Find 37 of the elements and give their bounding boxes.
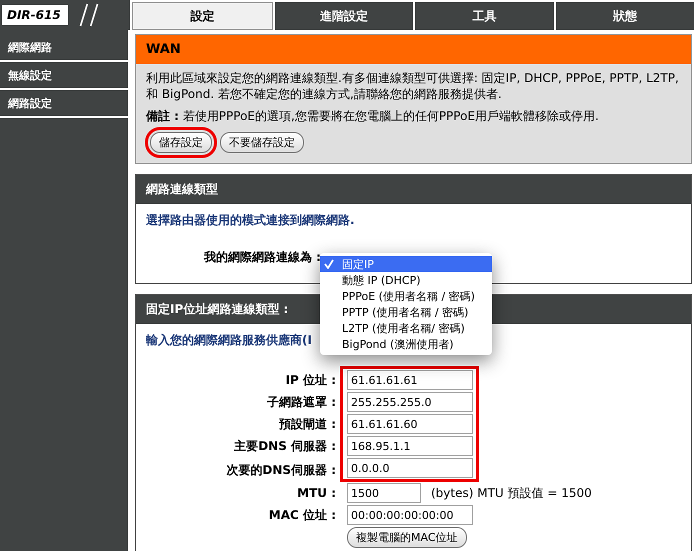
input-field[interactable]: 255.255.255.0 bbox=[347, 392, 473, 412]
dropdown-option[interactable]: 固定IP bbox=[320, 256, 492, 272]
hint-text: (bytes) MTU 預設值 = 1500 bbox=[431, 484, 592, 502]
field-label: 我的網際網路連線為 : bbox=[204, 249, 321, 266]
field-label: 預設閘道 : bbox=[278, 416, 336, 433]
nav-tab[interactable]: 工具 bbox=[415, 2, 554, 30]
input-field[interactable]: 61.61.61.60 bbox=[347, 414, 473, 434]
dropdown-option[interactable]: 動態 IP (DHCP) bbox=[320, 272, 492, 288]
input-field[interactable]: 168.95.1.1 bbox=[347, 436, 473, 456]
field-label: MAC 位址 : bbox=[268, 507, 336, 524]
instruction-text: 輸入您的網際網路服務供應商(I bbox=[146, 332, 312, 349]
clone-mac-button[interactable]: 複製電腦的MAC位址 bbox=[347, 526, 467, 548]
sidebar-item[interactable]: 網路設定 bbox=[0, 90, 128, 118]
instruction-text: 選擇路由器使用的模式連接到網際網路. bbox=[146, 212, 355, 229]
input-field[interactable]: 00:00:00:00:00:00 bbox=[347, 505, 473, 525]
input-field[interactable]: 61.61.61.61 bbox=[347, 370, 473, 390]
field-label: 主要DNS 伺服器 : bbox=[233, 438, 336, 455]
field-label: 次要的DNS伺服器 : bbox=[225, 462, 336, 478]
sidebar-item[interactable]: 網際網路 bbox=[0, 34, 128, 62]
logo: DIR-615 bbox=[2, 5, 68, 25]
field-label: 子網路遮罩 : bbox=[266, 394, 336, 411]
field-label: IP 位址 : bbox=[284, 372, 336, 389]
cancel-button[interactable]: 不要儲存設定 bbox=[220, 132, 304, 153]
panel-title: WAN bbox=[136, 35, 691, 64]
section-title: 網路連線類型 bbox=[136, 175, 691, 204]
dropdown-option[interactable]: BigPond (澳洲使用者) bbox=[320, 336, 492, 352]
note-text: 備註 : 若使用PPPoE的選項,您需要將在您電腦上的任何PPPoE用戶端軟體移除或停用. bbox=[146, 108, 600, 124]
description-text: 利用此區域來設定您的網路連線類型.有多個連線類型可供選擇: 固定IP, DHCP, PPPoE, PPTP, L2TP, 和 BigPond. 若您不確定您的連線方式,請聯絡您的網路服務提供者. bbox=[146, 70, 680, 102]
input-field[interactable]: 1500 bbox=[347, 483, 421, 503]
sidebar-item[interactable]: 無線設定 bbox=[0, 62, 128, 90]
nav-tab[interactable]: 狀態 bbox=[556, 2, 694, 30]
field-label: MTU : bbox=[296, 485, 336, 502]
nav-tab[interactable]: 進階設定 bbox=[274, 2, 413, 30]
nav-tab[interactable]: 設定 bbox=[132, 2, 272, 30]
input-field[interactable]: 0.0.0.0 bbox=[347, 458, 473, 478]
dropdown-option[interactable]: PPTP (使用者名稱 / 密碼) bbox=[320, 304, 492, 320]
check-icon bbox=[324, 259, 334, 269]
